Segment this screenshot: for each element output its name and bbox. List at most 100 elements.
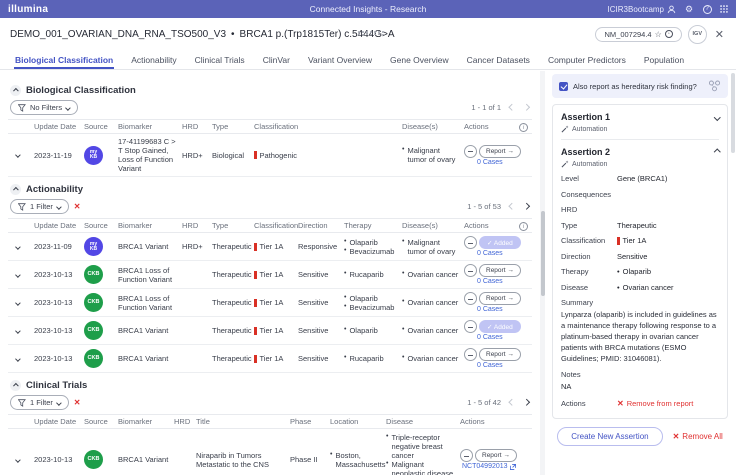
bullet-item: •Ovarian cancer (402, 354, 460, 363)
next-page-icon[interactable] (523, 399, 529, 405)
biomarker: BRCA1 Loss of Function Variant (118, 294, 182, 312)
collapse-section-button[interactable] (10, 184, 21, 195)
report-button[interactable]: Report → (479, 348, 521, 361)
transcript-pill[interactable]: NM_007294.4 ☆ ◦ (595, 27, 681, 42)
assertion-2-header[interactable]: Assertion 2 (561, 147, 719, 157)
row-expand-chevron[interactable] (15, 300, 20, 305)
update-date: 2023-11-19 (34, 151, 84, 160)
apps-grid-icon[interactable] (720, 5, 728, 13)
cases-link[interactable]: 0 Cases (477, 159, 528, 166)
create-new-assertion-button[interactable]: Create New Assertion (557, 427, 662, 446)
account-menu[interactable]: ICIR3Bootcamp (608, 5, 676, 14)
field-label: Direction (561, 252, 617, 261)
filter-chip[interactable]: 1 Filter (10, 395, 69, 410)
tab-computer-predictors[interactable]: Computer Predictors (539, 50, 635, 69)
row-expand-chevron[interactable] (15, 272, 20, 277)
cases-link[interactable]: 0 Cases (477, 334, 528, 341)
cases-link[interactable]: 0 Cases (477, 250, 528, 257)
scrollbar-thumb[interactable] (731, 73, 735, 153)
report-button[interactable]: Report → (479, 145, 521, 158)
tab-actionability[interactable]: Actionability (122, 50, 185, 69)
report-button[interactable]: Report → (475, 449, 517, 462)
next-page-icon[interactable] (523, 203, 529, 209)
cases-link[interactable]: 0 Cases (477, 278, 528, 285)
tab-biological-classification[interactable]: Biological Classification (6, 50, 122, 69)
cases-link[interactable]: 0 Cases (477, 306, 528, 313)
remove-from-report-button[interactable]: ✕ Remove from report (617, 399, 693, 408)
tab-variant-overview[interactable]: Variant Overview (299, 50, 381, 69)
report-button[interactable]: Report → (479, 292, 521, 305)
remove-row-button[interactable] (464, 264, 477, 277)
action-buttons: Report → (464, 264, 528, 277)
clear-filter-icon[interactable]: ✕ (74, 398, 81, 407)
remove-row-button[interactable] (464, 145, 477, 158)
trial-phase: Phase II (290, 455, 330, 464)
row-expand-chevron[interactable] (15, 457, 20, 462)
remove-row-button[interactable] (464, 320, 477, 333)
added-button[interactable]: ✓ Added (479, 320, 521, 333)
field-value-text: Therapeutic (617, 221, 657, 230)
section-actionability: Actionability 1 Filter ✕ 1 - 5 of 53 (8, 184, 532, 373)
bullet-dot: • (402, 354, 404, 363)
igv-button[interactable]: IGV (688, 25, 707, 44)
drag-handle[interactable] (358, 31, 385, 35)
scrollbar-thumb[interactable] (541, 211, 545, 296)
classification-cell: Pathogenic (254, 151, 298, 160)
collapse-section-button[interactable] (10, 380, 21, 391)
remove-all-button[interactable]: ✕ Remove All (673, 432, 723, 441)
clear-filter-icon[interactable]: ✕ (74, 202, 81, 211)
classification-text: Tier 1A (260, 270, 284, 279)
tab-population[interactable]: Population (635, 50, 693, 69)
prev-page-icon[interactable] (509, 203, 515, 209)
info-icon[interactable]: i (519, 123, 528, 132)
tab-clinical-trials[interactable]: Clinical Trials (186, 50, 254, 69)
user-icon (667, 5, 676, 14)
main-scrollbar[interactable] (540, 71, 545, 475)
panel-scrollbar[interactable] (731, 71, 735, 475)
assertion-1-header[interactable]: Assertion 1 (561, 112, 719, 122)
copy-icon[interactable]: ◦ (665, 30, 673, 38)
remove-row-button[interactable] (460, 449, 473, 462)
classification-cell: Tier 1A (254, 298, 298, 307)
bullet-dot: • (330, 451, 332, 469)
settings-gear-icon[interactable]: ⚙ (684, 4, 694, 14)
remove-row-button[interactable] (464, 292, 477, 305)
therapy-cell: •Olaparib•Bevacizumab (344, 294, 402, 312)
row-expand-chevron[interactable] (15, 244, 20, 249)
collapse-section-button[interactable] (10, 85, 21, 96)
section-clinical-trials: Clinical Trials 1 Filter ✕ 1 - 5 of 42 (8, 380, 532, 475)
table-header-row: Update DateSourceBiomarkerHRDTitlePhaseL… (8, 414, 532, 429)
automation-label: Automation (572, 161, 607, 168)
badge-line: CKB (88, 328, 100, 334)
row-expand-chevron[interactable] (15, 328, 20, 333)
filter-chip[interactable]: No Filters (10, 100, 78, 115)
row-expand-chevron[interactable] (15, 356, 20, 361)
prev-page-icon[interactable] (509, 399, 515, 405)
tab-clinvar[interactable]: ClinVar (254, 50, 299, 69)
added-button[interactable]: ✓ Added (479, 236, 521, 249)
prev-page-icon[interactable] (509, 104, 515, 110)
hereditary-risk-checkbox[interactable] (559, 82, 568, 91)
summary-text: Lynparza (olaparib) is included in guide… (561, 310, 719, 364)
bullet-dot: • (344, 326, 346, 335)
source-badge-ckb: CKB (84, 321, 103, 340)
close-icon[interactable]: ✕ (713, 28, 726, 41)
help-icon[interactable]: ? (702, 4, 712, 14)
column-header: Disease(s) (402, 221, 464, 230)
tab-gene-overview[interactable]: Gene Overview (381, 50, 458, 69)
trial-id-link[interactable]: NCT04992013 (462, 463, 528, 470)
info-icon[interactable]: i (519, 222, 528, 231)
bullet-dot: • (402, 146, 404, 164)
bullet-text: Bevacizumab (349, 303, 394, 312)
filter-chip[interactable]: 1 Filter (10, 199, 69, 214)
column-header: Source (84, 417, 118, 426)
report-button[interactable]: Report → (479, 264, 521, 277)
cases-link[interactable]: 0 Cases (477, 362, 528, 369)
remove-row-button[interactable] (464, 236, 477, 249)
next-page-icon[interactable] (523, 104, 529, 110)
bullet-text: Malignant neoplastic disease (391, 460, 456, 475)
tab-cancer-datasets[interactable]: Cancer Datasets (458, 50, 539, 69)
star-icon[interactable]: ☆ (655, 30, 662, 39)
row-expand-chevron[interactable] (15, 152, 20, 157)
remove-row-button[interactable] (464, 348, 477, 361)
